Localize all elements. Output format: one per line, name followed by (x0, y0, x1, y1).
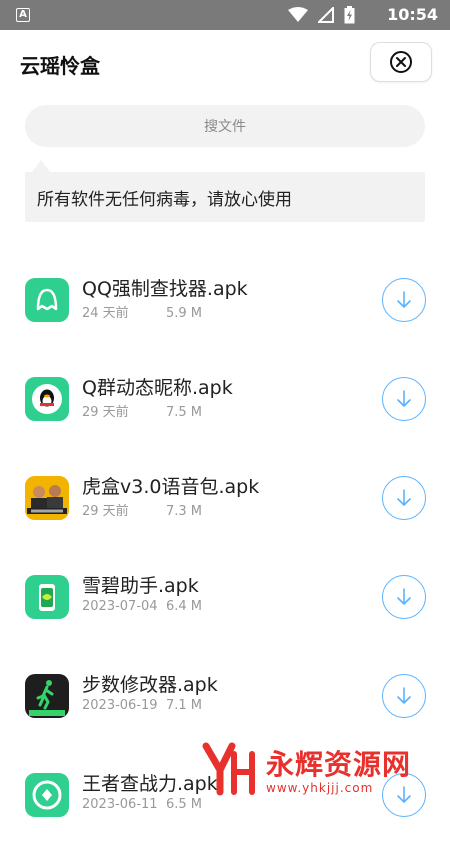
list-item[interactable]: QQ强制查找器.apk 24 天前 5.9 M (0, 248, 450, 347)
notice-banner: 所有软件无任何病毒，请放心使用 (25, 172, 425, 222)
qq-penguin-icon (25, 377, 69, 421)
file-date: 29 天前 (82, 504, 129, 519)
file-meta: 2023-06-11 6.5 M (82, 797, 202, 812)
status-bar: A 10:54 (0, 0, 450, 30)
header: 云瑶怜盒 (0, 30, 450, 98)
download-button[interactable] (382, 476, 426, 520)
file-size: 7.5 M (166, 405, 203, 420)
file-meta: 29 天前 7.5 M (82, 401, 202, 420)
download-button[interactable] (382, 674, 426, 718)
file-size: 6.5 M (166, 797, 203, 812)
walking-man-icon (25, 674, 69, 718)
status-icons (288, 6, 355, 24)
download-button[interactable] (382, 575, 426, 619)
king-icon (25, 773, 69, 817)
download-icon (397, 489, 411, 506)
file-meta: 2023-07-04 6.4 M (82, 599, 202, 614)
download-icon (397, 588, 411, 605)
signal-icon (318, 7, 334, 23)
search-placeholder: 搜文件 (204, 119, 246, 135)
file-size: 7.1 M (166, 698, 203, 713)
download-icon (397, 291, 411, 308)
watermark-text: 永辉资源网 www.yhkjjj.com (266, 743, 411, 795)
file-name: 雪碧助手.apk (82, 575, 199, 597)
close-button[interactable] (370, 42, 432, 82)
close-icon (390, 51, 412, 73)
notification-icon: A (16, 8, 30, 22)
list-item[interactable]: 步数修改器.apk 2023-06-19 7.1 M (0, 644, 450, 743)
file-name: Q群动态昵称.apk (82, 377, 233, 399)
battery-icon (344, 6, 355, 24)
list-item[interactable]: 虎盒v3.0语音包.apk 29 天前 7.3 M (0, 446, 450, 545)
list-item[interactable]: Q群动态昵称.apk 29 天前 7.5 M (0, 347, 450, 446)
sprite-can-icon (25, 575, 69, 619)
watermark-url: www.yhkjjj.com (266, 781, 374, 795)
notice-pointer (32, 160, 50, 172)
watermark-logo-icon (202, 742, 255, 796)
status-time: 10:54 (387, 5, 438, 24)
file-size: 7.3 M (166, 504, 203, 519)
notice-text: 所有软件无任何病毒，请放心使用 (37, 189, 292, 210)
huhe-photo-icon (25, 476, 69, 520)
search-input[interactable]: 搜文件 (25, 105, 425, 147)
qq-ghost-icon (25, 278, 69, 322)
file-date: 2023-06-11 (82, 797, 158, 812)
download-icon (397, 687, 411, 704)
watermark-title: 永辉资源网 (266, 748, 412, 781)
file-date: 2023-06-19 (82, 698, 158, 713)
file-name: QQ强制查找器.apk (82, 278, 248, 300)
file-size: 5.9 M (166, 306, 203, 321)
file-meta: 24 天前 5.9 M (82, 302, 202, 321)
page-title: 云瑶怜盒 (20, 54, 100, 78)
file-size: 6.4 M (166, 599, 203, 614)
watermark: 永辉资源网 www.yhkjjj.com (200, 738, 450, 800)
file-date: 2023-07-04 (82, 599, 158, 614)
download-icon (397, 390, 411, 407)
file-meta: 2023-06-19 7.1 M (82, 698, 202, 713)
file-name: 王者查战力.apk (82, 773, 218, 795)
wifi-icon (288, 7, 308, 22)
list-item[interactable]: 雪碧助手.apk 2023-07-04 6.4 M (0, 545, 450, 644)
file-date: 24 天前 (82, 306, 129, 321)
file-date: 29 天前 (82, 405, 129, 420)
download-button[interactable] (382, 377, 426, 421)
file-meta: 29 天前 7.3 M (82, 500, 202, 519)
file-name: 步数修改器.apk (82, 674, 218, 696)
file-name: 虎盒v3.0语音包.apk (82, 476, 260, 498)
download-button[interactable] (382, 278, 426, 322)
